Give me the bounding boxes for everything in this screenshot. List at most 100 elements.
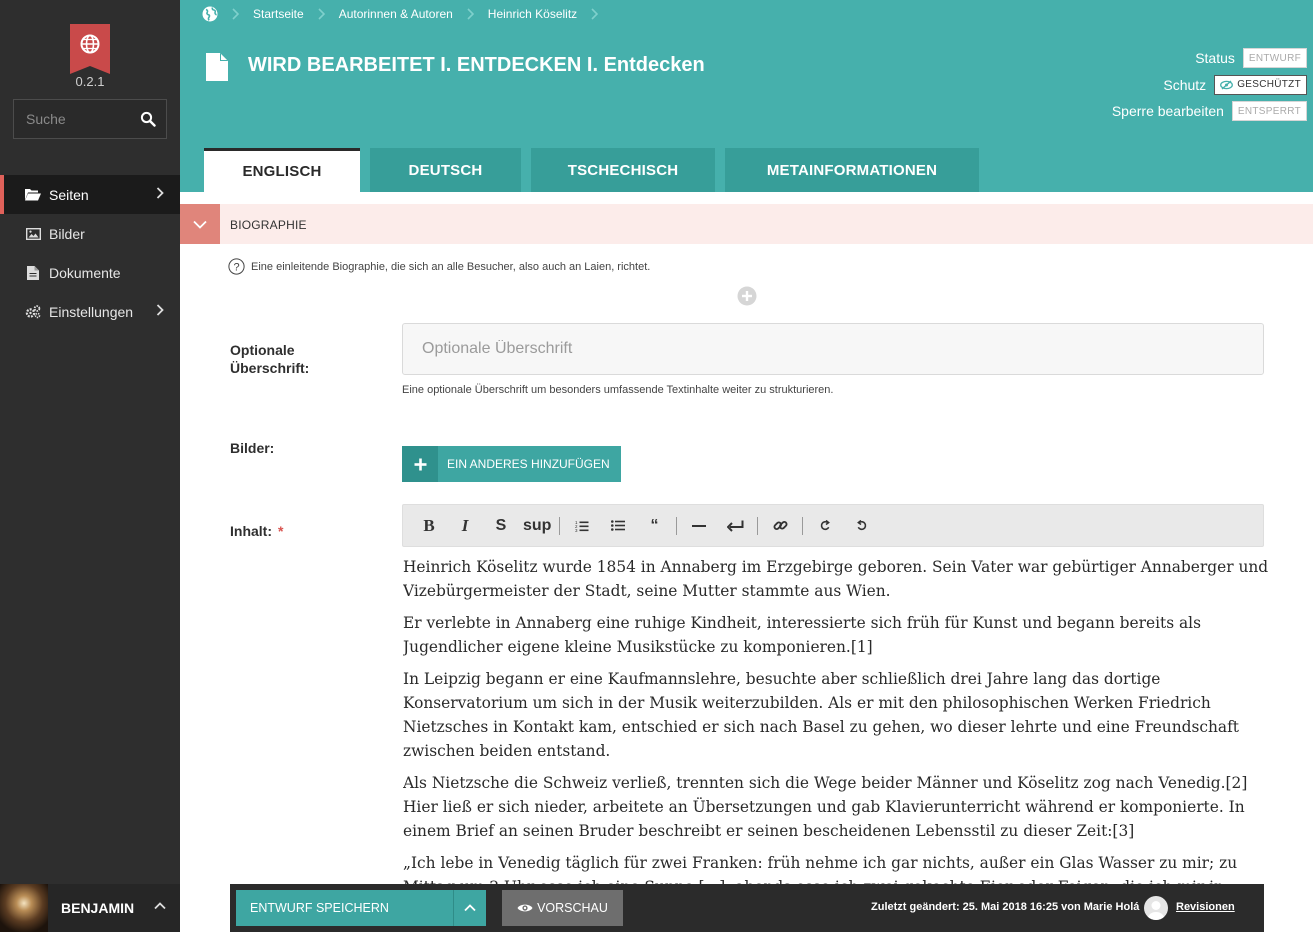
editor-toolbar: B I S sup 123 “ (402, 504, 1264, 547)
section-header[interactable]: BIOGRAPHIE (180, 204, 1313, 244)
search-input[interactable] (14, 100, 134, 138)
ordered-list-icon: 123 (575, 520, 589, 532)
page-icon (206, 53, 228, 81)
protection-row: Schutz GESCHÜTZT (1007, 74, 1307, 95)
revisions-link[interactable]: Revisionen (1176, 901, 1235, 913)
section-title: BIOGRAPHIE (230, 218, 307, 232)
italic-button[interactable]: I (451, 512, 479, 540)
tab-metainformationen[interactable]: METAINFORMATIONEN (725, 148, 979, 192)
section-collapse-toggle[interactable] (180, 204, 220, 244)
heading-label: Optionale Überschrift: (230, 342, 310, 376)
protection-badge[interactable]: GESCHÜTZT (1214, 74, 1307, 95)
chevron-right-icon (156, 187, 164, 199)
user-menu[interactable]: BENJAMIN (0, 884, 180, 932)
protection-value: GESCHÜTZT (1237, 79, 1301, 90)
user-avatar-icon (1147, 901, 1165, 920)
lock-badge[interactable]: ENTSPERRT (1231, 101, 1307, 121)
content-label-text: Inhalt: (230, 523, 272, 539)
search-box (13, 99, 167, 139)
content-paragraph: „Ich lebe in Venedig täglich für zwei Fr… (403, 854, 1238, 885)
chevron-down-icon (193, 220, 207, 229)
sidebar-item-bilder[interactable]: Bilder (0, 214, 180, 253)
globe-icon[interactable] (202, 6, 218, 22)
svg-text:?: ? (233, 262, 239, 274)
content-label: Inhalt: * (230, 522, 283, 540)
horizontal-rule-button[interactable] (685, 512, 713, 540)
images-label: Bilder: (230, 440, 275, 456)
superscript-button[interactable]: sup (523, 512, 551, 540)
undo-button[interactable] (811, 512, 839, 540)
sidebar-nav: Seiten Bilder Dokumente Einstellungen (0, 175, 180, 331)
undo-icon (820, 520, 830, 531)
tab-deutsch[interactable]: DEUTSCH (370, 148, 521, 192)
breadcrumb-separator-icon (467, 8, 474, 20)
plus-icon (402, 446, 438, 482)
bullet-list-icon (611, 520, 626, 531)
status-label: Status (1195, 50, 1235, 66)
breadcrumb-item[interactable]: Startseite (253, 7, 304, 21)
redo-icon (857, 520, 867, 531)
bold-button[interactable]: B (415, 512, 443, 540)
breadcrumb-item[interactable]: Heinrich Köselitz (488, 7, 577, 21)
user-name: BENJAMIN (61, 900, 135, 916)
save-draft-button[interactable]: ENTWURF SPEICHERN (236, 890, 453, 926)
heading-hint: Eine optionale Überschrift um besonders … (402, 384, 834, 396)
gears-icon (25, 304, 41, 319)
content-paragraph: Als Nietzsche die Schweiz verließ, trenn… (403, 774, 1248, 840)
bullet-list-button[interactable] (604, 512, 632, 540)
line-break-button[interactable] (721, 512, 749, 540)
add-image-button[interactable]: EIN ANDERES HINZUFÜGEN (402, 446, 621, 482)
svg-text:3: 3 (575, 528, 578, 532)
tab-tschechisch[interactable]: TSCHECHISCH (531, 148, 715, 192)
add-block-icon[interactable] (737, 286, 757, 306)
eye-slash-icon (1220, 80, 1234, 89)
toolbar-divider (802, 516, 804, 535)
avatar (1144, 896, 1168, 920)
language-tabs: ENGLISCH DEUTSCH TSCHECHISCH METAINFORMA… (204, 148, 989, 192)
save-options-toggle[interactable] (453, 890, 486, 926)
sidebar-item-einstellungen[interactable]: Einstellungen (0, 292, 180, 331)
content-editor[interactable]: Heinrich Köselitz wurde 1854 in Annaberg… (403, 555, 1269, 885)
optional-heading-input[interactable] (402, 323, 1264, 375)
tab-englisch[interactable]: ENGLISCH (204, 148, 360, 192)
content-paragraph: In Leipzig begann er eine Kaufmannslehre… (403, 670, 1239, 760)
content-paragraph: Heinrich Köselitz wurde 1854 in Annaberg… (403, 558, 1269, 600)
image-icon (25, 227, 41, 241)
sidebar-item-label: Dokumente (49, 264, 121, 281)
section-help-text: Eine einleitende Biographie, die sich an… (251, 260, 651, 273)
sidebar-item-label: Bilder (49, 225, 85, 242)
status-badge[interactable]: ENTWURF (1242, 48, 1307, 68)
chevron-up-icon (464, 904, 476, 912)
breadcrumb: Startseite Autorinnen & Autoren Heinrich… (202, 5, 612, 23)
sidebar-item-dokumente[interactable]: Dokumente (0, 253, 180, 292)
breadcrumb-item[interactable]: Autorinnen & Autoren (339, 7, 453, 21)
avatar (0, 884, 48, 932)
blockquote-button[interactable]: “ (640, 512, 668, 540)
status-row: Status ENTWURF (1007, 48, 1307, 68)
link-button[interactable] (766, 512, 794, 540)
add-image-label: EIN ANDERES HINZUFÜGEN (447, 457, 610, 471)
search-icon[interactable] (140, 111, 156, 127)
last-changed-info: Zuletzt geändert: 25. Mai 2018 16:25 von… (871, 901, 1140, 913)
page-title: WIRD BEARBEITET I. ENTDECKEN I. Entdecke… (248, 54, 705, 77)
document-icon (25, 265, 41, 280)
sidebar-item-label: Seiten (49, 186, 89, 203)
globe-icon (80, 34, 100, 54)
required-mark: * (278, 523, 284, 539)
app-logo[interactable] (70, 24, 110, 74)
redo-button[interactable] (847, 512, 875, 540)
app-version: 0.2.1 (75, 74, 105, 89)
protection-label: Schutz (1163, 76, 1207, 93)
lock-label: Sperre bearbeiten (1111, 103, 1224, 119)
page-header: Startseite Autorinnen & Autoren Heinrich… (180, 0, 1313, 192)
chevron-up-icon[interactable] (154, 902, 166, 910)
eye-icon (517, 904, 533, 912)
page-meta: Status ENTWURF Schutz GESCHÜTZT Sperre b… (1007, 48, 1307, 128)
action-bar: ENTWURF SPEICHERN VORSCHAU Zuletzt geänd… (230, 884, 1264, 932)
strikethrough-button[interactable]: S (487, 512, 515, 540)
sidebar-item-seiten[interactable]: Seiten (0, 175, 180, 214)
breadcrumb-separator-icon (232, 8, 239, 20)
preview-button[interactable]: VORSCHAU (502, 890, 623, 926)
ordered-list-button[interactable]: 123 (568, 512, 596, 540)
chevron-right-icon (156, 304, 164, 316)
